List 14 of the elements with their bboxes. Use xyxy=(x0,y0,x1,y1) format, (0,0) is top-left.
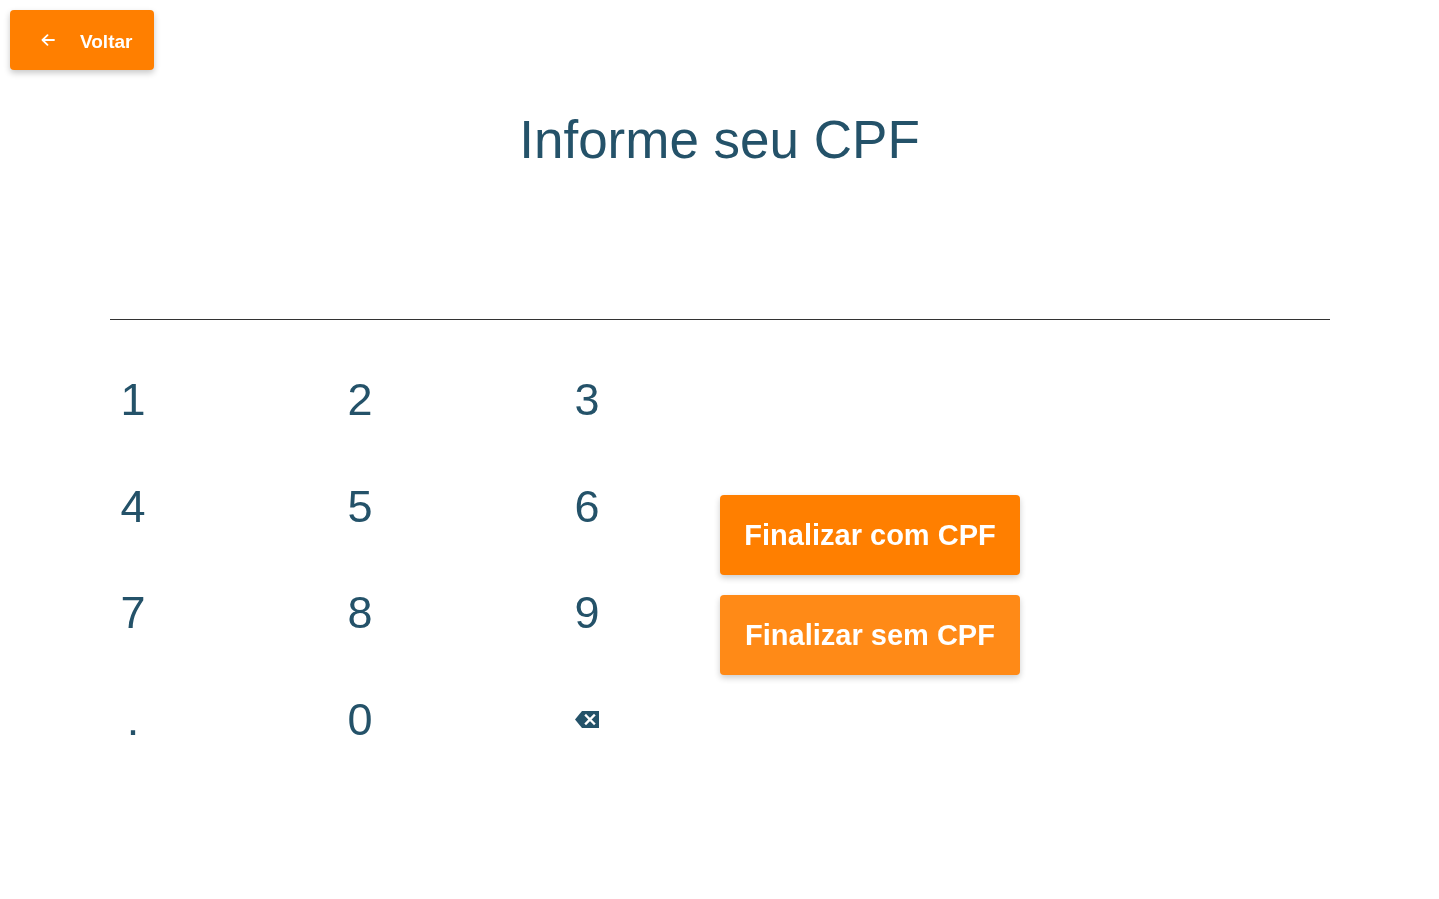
keypad-key[interactable]: 5 xyxy=(337,476,383,537)
keypad-key[interactable]: 2 xyxy=(337,370,383,431)
keypad-key[interactable]: 0 xyxy=(337,689,383,750)
keypad-key[interactable]: 1 xyxy=(110,370,156,431)
keypad-key[interactable]: . xyxy=(110,689,156,750)
keypad-key[interactable]: 3 xyxy=(564,370,610,431)
arrow-left-icon xyxy=(41,34,55,46)
page-title: Informe seu CPF xyxy=(518,109,921,171)
keypad-key[interactable]: 8 xyxy=(337,583,383,644)
backspace-icon xyxy=(575,711,599,729)
keypad-key[interactable]: 4 xyxy=(110,476,156,537)
keypad-key[interactable]: 6 xyxy=(564,476,610,537)
keypad-key[interactable]: 9 xyxy=(564,583,610,644)
keypad-key[interactable]: 7 xyxy=(110,583,156,644)
